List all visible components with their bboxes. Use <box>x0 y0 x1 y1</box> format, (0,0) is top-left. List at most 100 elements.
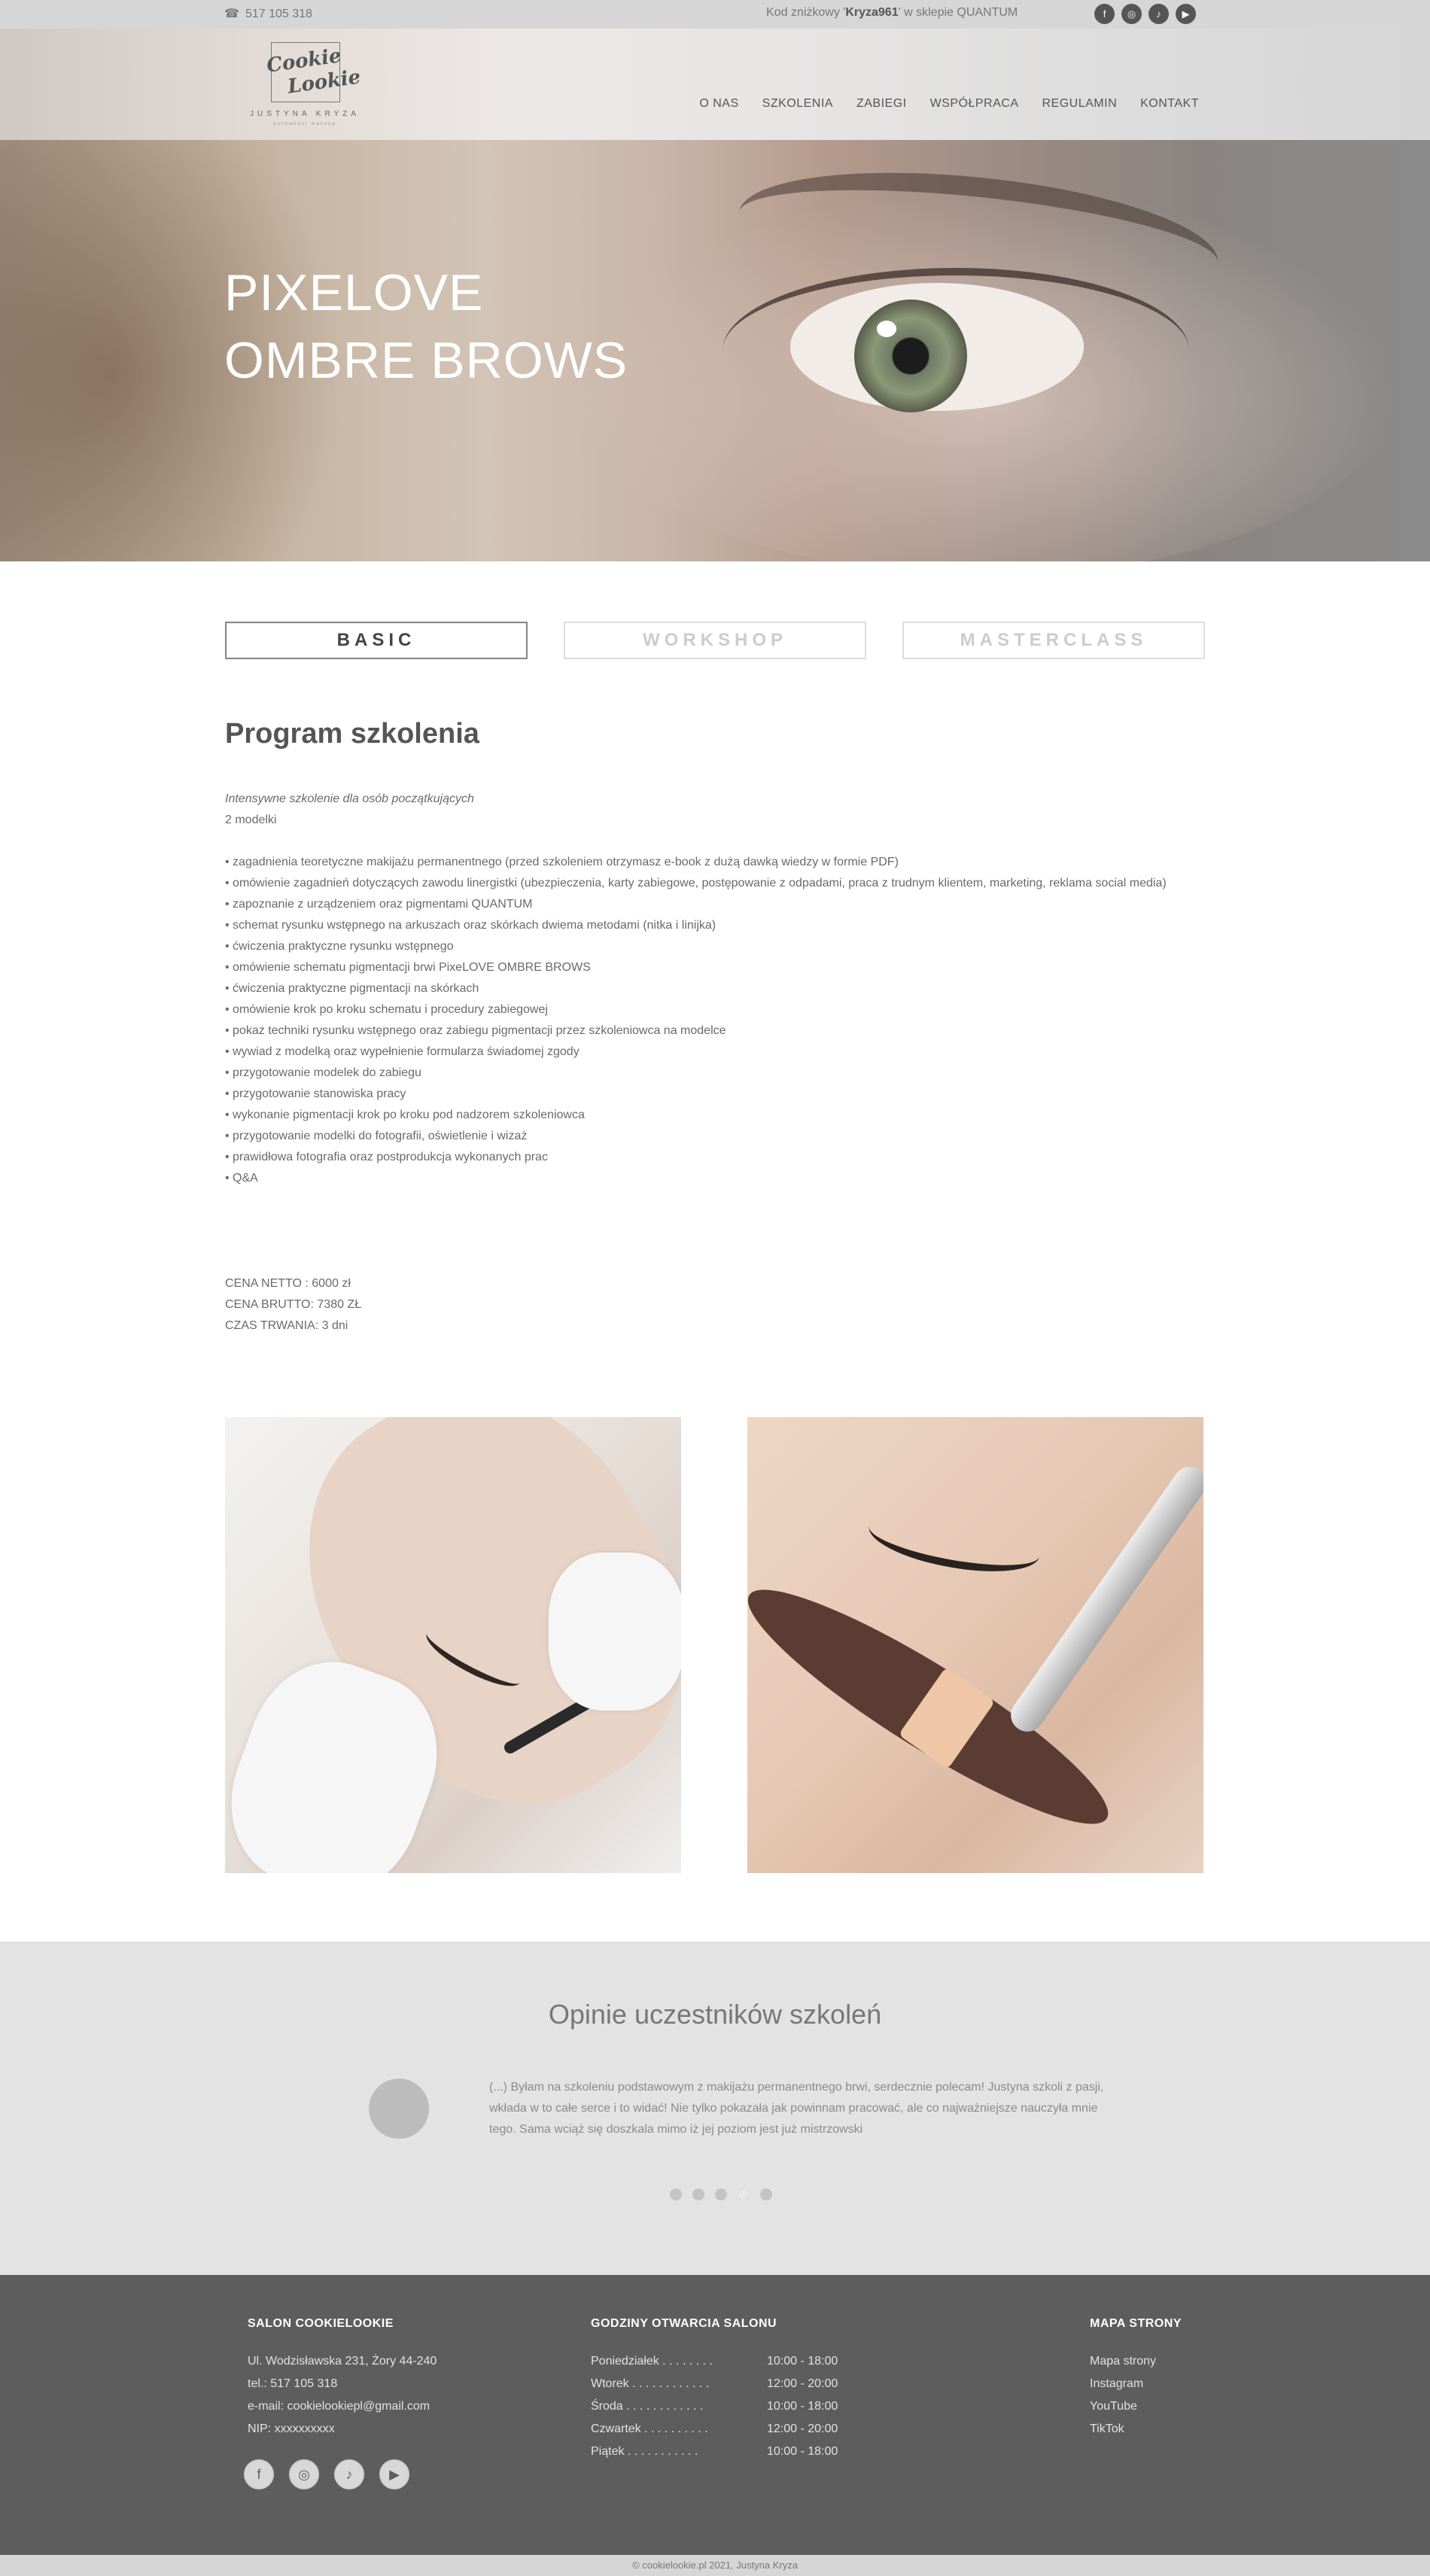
top-social-links: f ◎ ♪ ▶ <box>1094 4 1196 24</box>
footer-nip: NIP: xxxxxxxxxx <box>248 2422 335 2435</box>
hours-time: 10:00 - 18:00 <box>767 2445 838 2458</box>
slider-dot[interactable] <box>715 2188 727 2200</box>
hero-iris-shape <box>854 300 967 412</box>
hours-time: 12:00 - 20:00 <box>767 2377 838 2390</box>
footer-salon-heading: SALON COOKIELOOKIE <box>248 2317 394 2330</box>
program-intro: Intensywne szkolenie dla osób początkują… <box>225 792 474 805</box>
tab-basic[interactable]: BASIC <box>225 622 528 659</box>
nav-kontakt[interactable]: KONTAKT <box>1140 97 1199 111</box>
program-content: Intensywne szkolenie dla osób początkują… <box>225 789 1196 1189</box>
promo-code: Kryza961 <box>845 6 899 19</box>
hero-title-line1: PIXELOVE <box>224 264 484 321</box>
footer-social-links: f ◎ ♪ ▶ <box>244 2459 409 2489</box>
tiktok-icon[interactable]: ♪ <box>334 2459 364 2489</box>
price-gross: CENA BRUTTO: 7380 ZŁ <box>225 1298 362 1311</box>
nav-regulamin[interactable]: REGULAMIN <box>1042 97 1118 111</box>
slider-dot[interactable] <box>760 2188 772 2200</box>
footer-email[interactable]: e-mail: cookielookiepl@gmail.com <box>248 2395 437 2418</box>
hours-day: Piątek . . . . . . . . . . . <box>591 2445 698 2458</box>
price-block: CENA NETTO : 6000 zł CENA BRUTTO: 7380 Z… <box>225 1273 361 1337</box>
site-logo[interactable]: Cookie Lookie JUSTYNA KRYZA permanent ma… <box>235 39 375 129</box>
hours-row: Czwartek . . . . . . . . . . 12:00 - 20:0… <box>591 2418 838 2441</box>
list-item: omówienie schematu pigmentacji brwi Pixe… <box>225 957 1196 978</box>
copyright: © cookielookie.pl 2021, Justyna Kryza <box>0 2555 1430 2576</box>
logo-subtitle: JUSTYNA KRYZA <box>250 110 360 118</box>
instagram-icon[interactable]: ◎ <box>1121 4 1142 24</box>
list-item: Q&A <box>225 1168 1196 1189</box>
instagram-link[interactable]: Instagram <box>1090 2373 1182 2395</box>
slider-dot[interactable] <box>692 2188 704 2200</box>
top-phone[interactable]: ☎ 517 105 318 <box>224 6 312 21</box>
list-item: zagadnienia teoretyczne makijażu permane… <box>225 852 1196 873</box>
list-item: ćwiczenia praktyczne rysunku wstępnego <box>225 936 1196 957</box>
promo-shop: QUANTUM <box>957 6 1018 19</box>
hours-time: 12:00 - 20:00 <box>767 2422 838 2435</box>
footer-sitemap: MAPA STRONY Mapa strony Instagram YouTub… <box>1090 2317 1182 2441</box>
avatar <box>369 2079 429 2139</box>
testimonials-section: Opinie uczestników szkoleń (...) Byłam n… <box>0 1942 1430 2275</box>
facebook-icon[interactable]: f <box>244 2459 274 2489</box>
nav-zabiegi[interactable]: ZABIEGI <box>856 97 907 111</box>
main-nav: O NAS SZKOLENIA ZABIEGI WSPÓŁPRACA REGUL… <box>699 97 1199 111</box>
slider-dots <box>0 2188 1430 2200</box>
instagram-icon[interactable]: ◎ <box>289 2459 319 2489</box>
course-tabs: BASIC WORKSHOP MASTERCLASS <box>225 622 1205 659</box>
training-photo-2 <box>747 1417 1203 1873</box>
slider-dot-active[interactable] <box>738 2188 750 2200</box>
footer-hours-heading: GODZINY OTWARCIA SALONU <box>591 2317 777 2330</box>
testimonials-title: Opinie uczestników szkoleń <box>548 1999 882 2030</box>
hours-row: Poniedziałek . . . . . . . . 10:00 - 18:0… <box>591 2350 838 2373</box>
facebook-icon[interactable]: f <box>1094 4 1115 24</box>
footer-phone[interactable]: tel.: 517 105 318 <box>248 2373 437 2395</box>
program-title: Program szkolenia <box>225 718 479 750</box>
photo-brush-shape <box>1004 1460 1203 1738</box>
footer-sitemap-heading: MAPA STRONY <box>1090 2317 1182 2330</box>
list-item: zapoznanie z urządzeniem oraz pigmentami… <box>225 894 1196 915</box>
hero-banner: PIXELOVE OMBRE BROWS <box>0 140 1430 561</box>
list-item: przygotowanie modelki do fotografii, ośw… <box>225 1126 1196 1147</box>
site-header: Cookie Lookie JUSTYNA KRYZA permanent ma… <box>0 29 1430 140</box>
hours-time: 10:00 - 18:00 <box>767 2355 838 2368</box>
list-item: wywiad z modelką oraz wypełnienie formul… <box>225 1042 1196 1063</box>
logo-tagline: permanent makeup <box>273 122 336 126</box>
hours-day: Czwartek . . . . . . . . . . <box>591 2422 708 2435</box>
hours-day: Poniedziałek . . . . . . . . <box>591 2355 713 2368</box>
training-photo-1 <box>225 1417 681 1873</box>
program-list: zagadnienia teoretyczne makijażu permane… <box>225 852 1196 1189</box>
slider-dot[interactable] <box>670 2188 682 2200</box>
tab-workshop[interactable]: WORKSHOP <box>564 622 866 659</box>
nav-o-nas[interactable]: O NAS <box>699 97 738 111</box>
tiktok-icon[interactable]: ♪ <box>1149 4 1169 24</box>
nav-szkolenia[interactable]: SZKOLENIA <box>762 97 833 111</box>
photo-glove-shape <box>549 1553 681 1711</box>
hours-row: Piątek . . . . . . . . . . . 10:00 - 18:0… <box>591 2441 838 2463</box>
sitemap-link[interactable]: Mapa strony <box>1090 2350 1182 2373</box>
program-models: 2 modelki <box>225 814 277 826</box>
youtube-icon[interactable]: ▶ <box>1176 4 1196 24</box>
hours-time: 10:00 - 18:00 <box>767 2400 838 2413</box>
price-net: CENA NETTO : 6000 zł <box>225 1277 351 1290</box>
top-bar: ☎ 517 105 318 Kod zniżkowy 'Kryza961' w s… <box>0 0 1430 29</box>
promo-text: Kod zniżkowy 'Kryza961' w sklepie QUANTU… <box>766 6 1018 19</box>
hours-day: Wtorek . . . . . . . . . . . . <box>591 2377 710 2390</box>
youtube-icon[interactable]: ▶ <box>379 2459 409 2489</box>
list-item: schemat rysunku wstępnego na arkuszach o… <box>225 915 1196 936</box>
list-item: przygotowanie stanowiska pracy <box>225 1084 1196 1105</box>
phone-icon: ☎ <box>224 8 239 20</box>
hero-title: PIXELOVE OMBRE BROWS <box>224 259 628 394</box>
list-item: prawidłowa fotografia oraz postprodukcja… <box>225 1147 1196 1168</box>
list-item: pokaz techniki rysunku wstępnego oraz za… <box>225 1020 1196 1042</box>
footer-hours: GODZINY OTWARCIA SALONU Poniedziałek . .… <box>591 2317 838 2463</box>
tab-masterclass[interactable]: MASTERCLASS <box>902 622 1205 659</box>
footer-address: Ul. Wodzisławska 231, Żory 44-240 <box>248 2355 437 2368</box>
tiktok-link[interactable]: TikTok <box>1090 2418 1182 2441</box>
photo-lash-shape <box>864 1500 1045 1583</box>
youtube-link[interactable]: YouTube <box>1090 2395 1182 2418</box>
site-footer: SALON COOKIELOOKIE Ul. Wodzisławska 231,… <box>0 2275 1430 2555</box>
course-duration: CZAS TRWANIA: 3 dni <box>225 1319 348 1332</box>
list-item: ćwiczenia praktyczne pigmentacji na skór… <box>225 978 1196 999</box>
nav-wspolpraca[interactable]: WSPÓŁPRACA <box>930 97 1019 111</box>
list-item: przygotowanie modelek do zabiegu <box>225 1063 1196 1084</box>
list-item: omówienie krok po kroku schematu i proce… <box>225 999 1196 1020</box>
hours-row: Środa . . . . . . . . . . . . 10:00 - 18:… <box>591 2395 838 2418</box>
